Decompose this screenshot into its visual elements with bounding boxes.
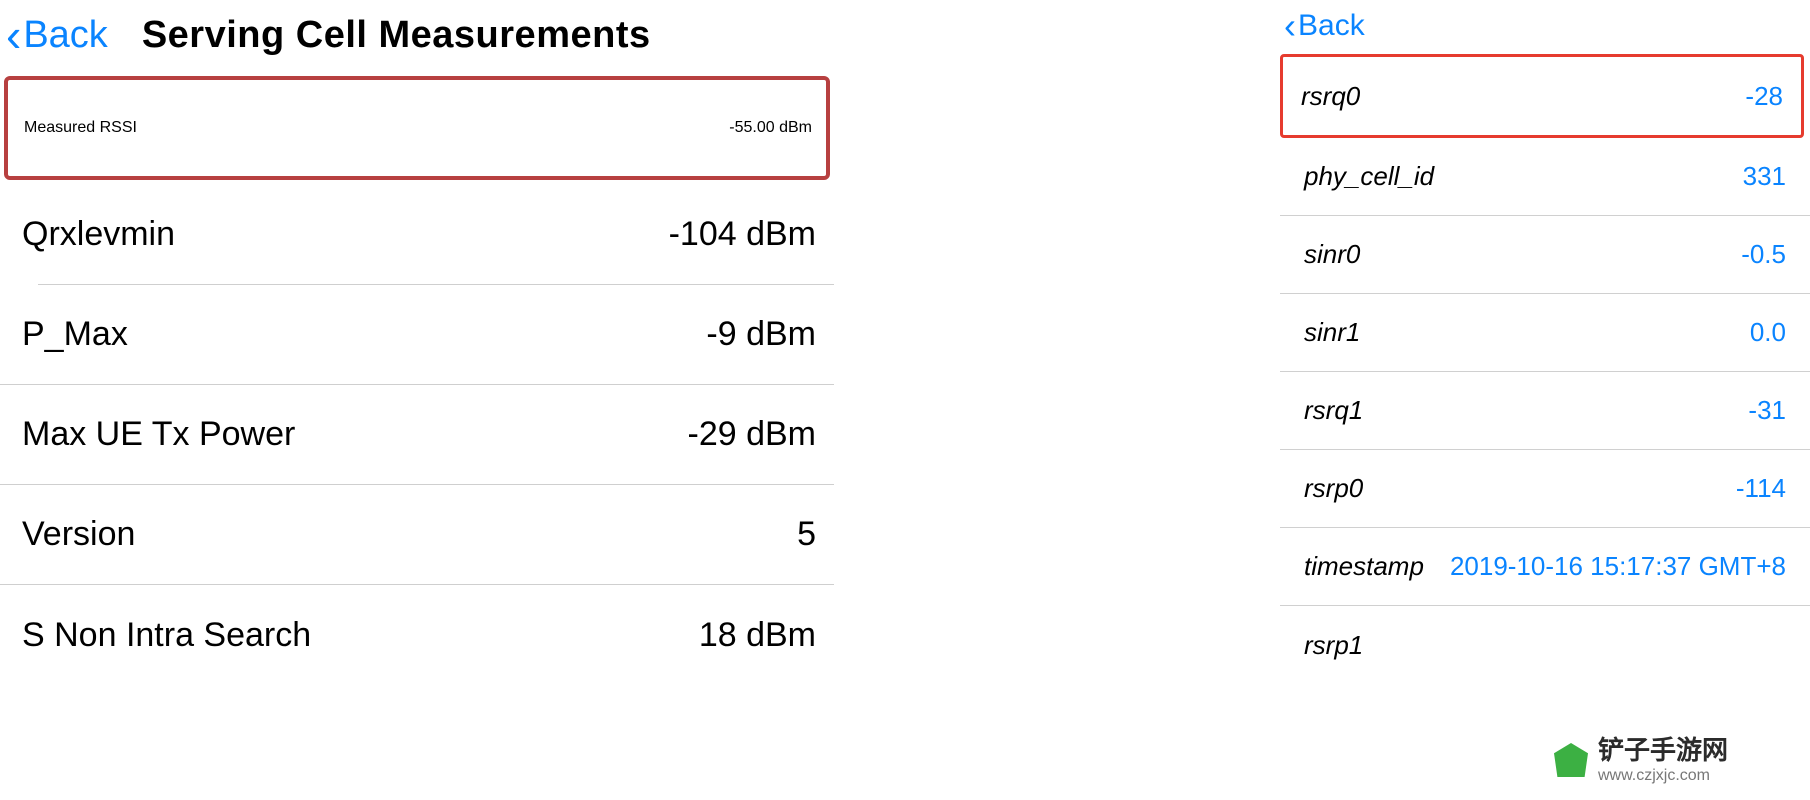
left-navbar: ‹ Back Serving Cell Measurements bbox=[0, 0, 834, 70]
row-label: rsrq1 bbox=[1304, 395, 1363, 426]
row-max-ue-tx-power[interactable]: Max UE Tx Power -29 dBm bbox=[0, 385, 834, 485]
row-sinr1[interactable]: sinr1 0.0 bbox=[1280, 294, 1810, 372]
row-value: -31 bbox=[1748, 395, 1786, 426]
row-value: -9 dBm bbox=[706, 315, 816, 354]
row-label: sinr1 bbox=[1304, 317, 1360, 348]
row-label: sinr0 bbox=[1304, 239, 1360, 270]
row-value: -104 dBm bbox=[669, 215, 816, 254]
row-measured-rssi[interactable]: Measured RSSI -55.00 dBm bbox=[8, 80, 826, 176]
row-sinr0[interactable]: sinr0 -0.5 bbox=[1280, 216, 1810, 294]
back-button-right[interactable]: ‹ Back bbox=[1284, 8, 1365, 44]
row-rsrq0[interactable]: rsrq0 -28 bbox=[1283, 57, 1801, 135]
row-label: rsrq0 bbox=[1301, 81, 1360, 112]
row-label: rsrp0 bbox=[1304, 473, 1363, 504]
row-rsrq1[interactable]: rsrq1 -31 bbox=[1280, 372, 1810, 450]
row-label: Measured RSSI bbox=[24, 119, 137, 137]
row-value: -114 bbox=[1736, 473, 1786, 504]
row-version[interactable]: Version 5 bbox=[0, 485, 834, 585]
row-value: 0.0 bbox=[1750, 317, 1786, 348]
row-rsrq0-highlight: rsrq0 -28 bbox=[1280, 54, 1804, 138]
row-label: rsrp1 bbox=[1304, 630, 1363, 661]
row-value: 2019-10-16 15:17:37 GMT+8 bbox=[1450, 551, 1786, 582]
row-value: -28 bbox=[1745, 81, 1783, 112]
back-label-right: Back bbox=[1298, 9, 1365, 43]
row-value: 331 bbox=[1743, 161, 1786, 192]
row-value: 5 bbox=[797, 515, 816, 554]
back-label-left: Back bbox=[23, 14, 107, 57]
right-panel: ‹ Back rsrq0 -28 phy_cell_id 331 sinr0 -… bbox=[1280, 0, 1810, 800]
row-value: -29 dBm bbox=[688, 415, 817, 454]
row-value: -55.00 dBm bbox=[729, 119, 812, 137]
panel-gap bbox=[834, 0, 1280, 800]
row-label: Qrxlevmin bbox=[22, 215, 175, 254]
row-timestamp[interactable]: timestamp 2019-10-16 15:17:37 GMT+8 bbox=[1280, 528, 1810, 606]
left-panel: ‹ Back Serving Cell Measurements Measure… bbox=[0, 0, 834, 800]
row-qrxlevmin[interactable]: Qrxlevmin -104 dBm bbox=[0, 184, 834, 284]
row-label: Version bbox=[22, 515, 135, 554]
row-value: 18 dBm bbox=[699, 616, 816, 655]
chevron-left-icon: ‹ bbox=[1284, 8, 1296, 44]
row-rsrp1[interactable]: rsrp1 bbox=[1280, 606, 1810, 684]
row-label: phy_cell_id bbox=[1304, 161, 1434, 192]
right-navbar: ‹ Back bbox=[1280, 0, 1810, 52]
row-pmax[interactable]: P_Max -9 dBm bbox=[0, 285, 834, 385]
row-label: S Non Intra Search bbox=[22, 616, 311, 655]
row-label: Max UE Tx Power bbox=[22, 415, 295, 454]
chevron-left-icon: ‹ bbox=[6, 12, 21, 58]
row-rsrp0[interactable]: rsrp0 -114 bbox=[1280, 450, 1810, 528]
row-label: P_Max bbox=[22, 315, 128, 354]
row-measured-rssi-highlight: Measured RSSI -55.00 dBm bbox=[4, 76, 830, 180]
page-title-left: Serving Cell Measurements bbox=[142, 14, 651, 57]
row-phy-cell-id[interactable]: phy_cell_id 331 bbox=[1280, 138, 1810, 216]
back-button-left[interactable]: ‹ Back bbox=[6, 12, 108, 58]
row-value: -0.5 bbox=[1741, 239, 1786, 270]
row-label: timestamp bbox=[1304, 551, 1424, 582]
row-s-non-intra-search[interactable]: S Non Intra Search 18 dBm bbox=[0, 585, 834, 685]
